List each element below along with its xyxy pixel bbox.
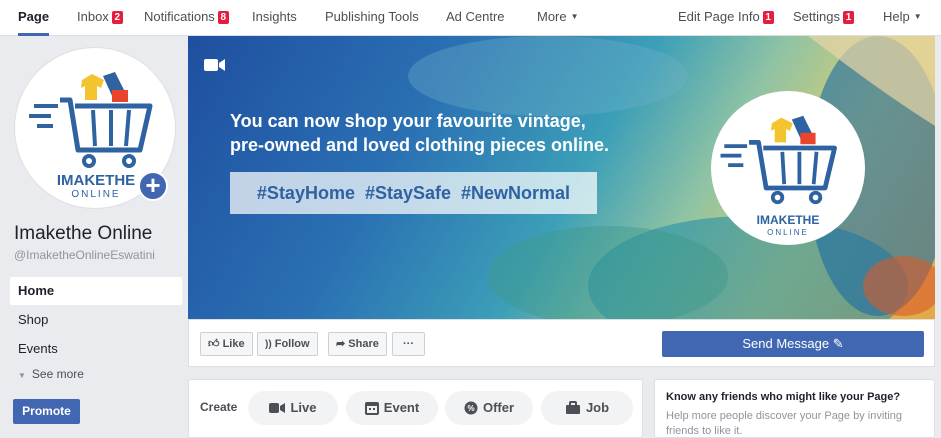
share-button[interactable]: ➦ Share: [328, 332, 387, 356]
briefcase-icon: [565, 401, 580, 414]
settings-link[interactable]: Settings 1: [793, 0, 854, 36]
nav-label: Settings: [793, 9, 840, 24]
logo-wordmark-sub: ONLINE: [767, 228, 809, 237]
page-top-nav: Page Inbox 2 Notifications 8 Insights Publ…: [0, 0, 941, 36]
offer-badge-icon: %: [464, 401, 478, 415]
chevron-down-icon: ▼: [18, 371, 26, 380]
more-options-button[interactable]: ···: [392, 332, 425, 356]
tab-publishing-tools[interactable]: Publishing Tools: [325, 0, 419, 36]
tab-page[interactable]: Page: [18, 0, 50, 36]
tab-label: Publishing Tools: [325, 9, 419, 24]
cover-headline: You can now shop your favourite vintage,…: [230, 109, 609, 157]
caret-down-icon: ▼: [913, 12, 922, 21]
offer-label: Offer: [482, 400, 515, 415]
follow-label: Follow: [274, 338, 310, 350]
send-message-label: Send Message: [742, 336, 830, 351]
create-post-card: Create Live Event % Offer Job: [188, 379, 643, 438]
page-title: Imakethe Online: [14, 223, 153, 244]
see-more-link[interactable]: ▼ See more: [18, 367, 84, 381]
calendar-icon: [364, 402, 379, 415]
tab-label: Insights: [252, 9, 297, 24]
rss-icon: )): [265, 339, 272, 350]
video-camera-icon[interactable]: [204, 58, 226, 72]
tab-notifications[interactable]: Notifications 8: [144, 0, 229, 36]
sidebar-item-shop[interactable]: Shop: [10, 306, 182, 334]
invite-friends-title: Know any friends who might like your Pag…: [666, 391, 901, 403]
event-label: Event: [383, 400, 420, 415]
tab-label: More: [537, 9, 567, 24]
invite-friends-subtitle: Help more people discover your Page by i…: [666, 410, 903, 437]
invite-friends-card: Know any friends who might like your Pag…: [654, 379, 935, 438]
nav-label: Edit Page Info: [678, 9, 760, 24]
logo-wordmark: IMAKETHE: [756, 213, 820, 227]
sidebar-item-events[interactable]: Events: [10, 335, 182, 363]
page-username[interactable]: @ImaketheOnlineEswatini: [14, 248, 155, 262]
tab-more[interactable]: More ▼: [537, 0, 579, 36]
cover-headline-line: You can now shop your favourite vintage,: [230, 111, 586, 131]
help-link[interactable]: Help ▼: [883, 0, 922, 36]
page-action-bar: 👍︎ Like )) Follow ➦ Share ··· Send Messa…: [188, 319, 935, 367]
live-label: Live: [290, 400, 317, 415]
see-more-label: See more: [31, 367, 84, 381]
tab-label: Notifications: [144, 9, 215, 24]
thumbs-up-icon: 👍︎: [208, 338, 220, 350]
cover-logo: IMAKETHE ONLINE: [711, 91, 865, 245]
settings-badge: 1: [842, 11, 854, 24]
like-label: Like: [222, 338, 245, 350]
svg-text:%: %: [467, 404, 474, 413]
page-sidebar: IMAKETHE ONLINE + Imakethe Online @Imake…: [5, 37, 187, 438]
promote-button[interactable]: Promote: [13, 399, 80, 424]
sidebar-item-home[interactable]: Home: [10, 277, 182, 305]
cover-photo[interactable]: You can now shop your favourite vintage,…: [188, 36, 935, 319]
edit-info-badge: 1: [762, 11, 774, 24]
tab-inbox[interactable]: Inbox 2: [77, 0, 123, 36]
update-picture-plus-icon[interactable]: +: [138, 171, 168, 201]
nav-label: Help: [883, 9, 910, 24]
create-label: Create: [200, 400, 238, 414]
create-event-button[interactable]: Event: [346, 391, 438, 425]
live-video-icon: [269, 403, 286, 413]
notifications-count-badge: 8: [217, 11, 229, 24]
caret-down-icon: ▼: [570, 12, 579, 21]
tab-label: Ad Centre: [446, 9, 505, 24]
share-label: Share: [348, 338, 379, 350]
create-offer-button[interactable]: % Offer: [445, 391, 533, 425]
tab-insights[interactable]: Insights: [252, 0, 297, 36]
like-button[interactable]: 👍︎ Like: [200, 332, 253, 356]
create-job-button[interactable]: Job: [541, 391, 633, 425]
tab-ad-centre[interactable]: Ad Centre: [446, 0, 505, 36]
edit-page-info-link[interactable]: Edit Page Info 1: [678, 0, 774, 36]
inbox-count-badge: 2: [111, 11, 123, 24]
cover-headline-line: pre-owned and loved clothing pieces onli…: [230, 135, 610, 155]
follow-button[interactable]: )) Follow: [257, 332, 318, 356]
job-label: Job: [585, 400, 610, 415]
create-live-button[interactable]: Live: [248, 391, 338, 425]
share-arrow-icon: ➦: [336, 338, 346, 350]
tab-label: Inbox: [77, 9, 109, 24]
tab-label: Page: [18, 9, 50, 24]
cover-hashtags: #StayHome #StaySafe #NewNormal: [230, 172, 597, 214]
send-message-button[interactable]: Send Message ✎: [662, 331, 924, 357]
pencil-icon: ✎: [832, 336, 844, 351]
